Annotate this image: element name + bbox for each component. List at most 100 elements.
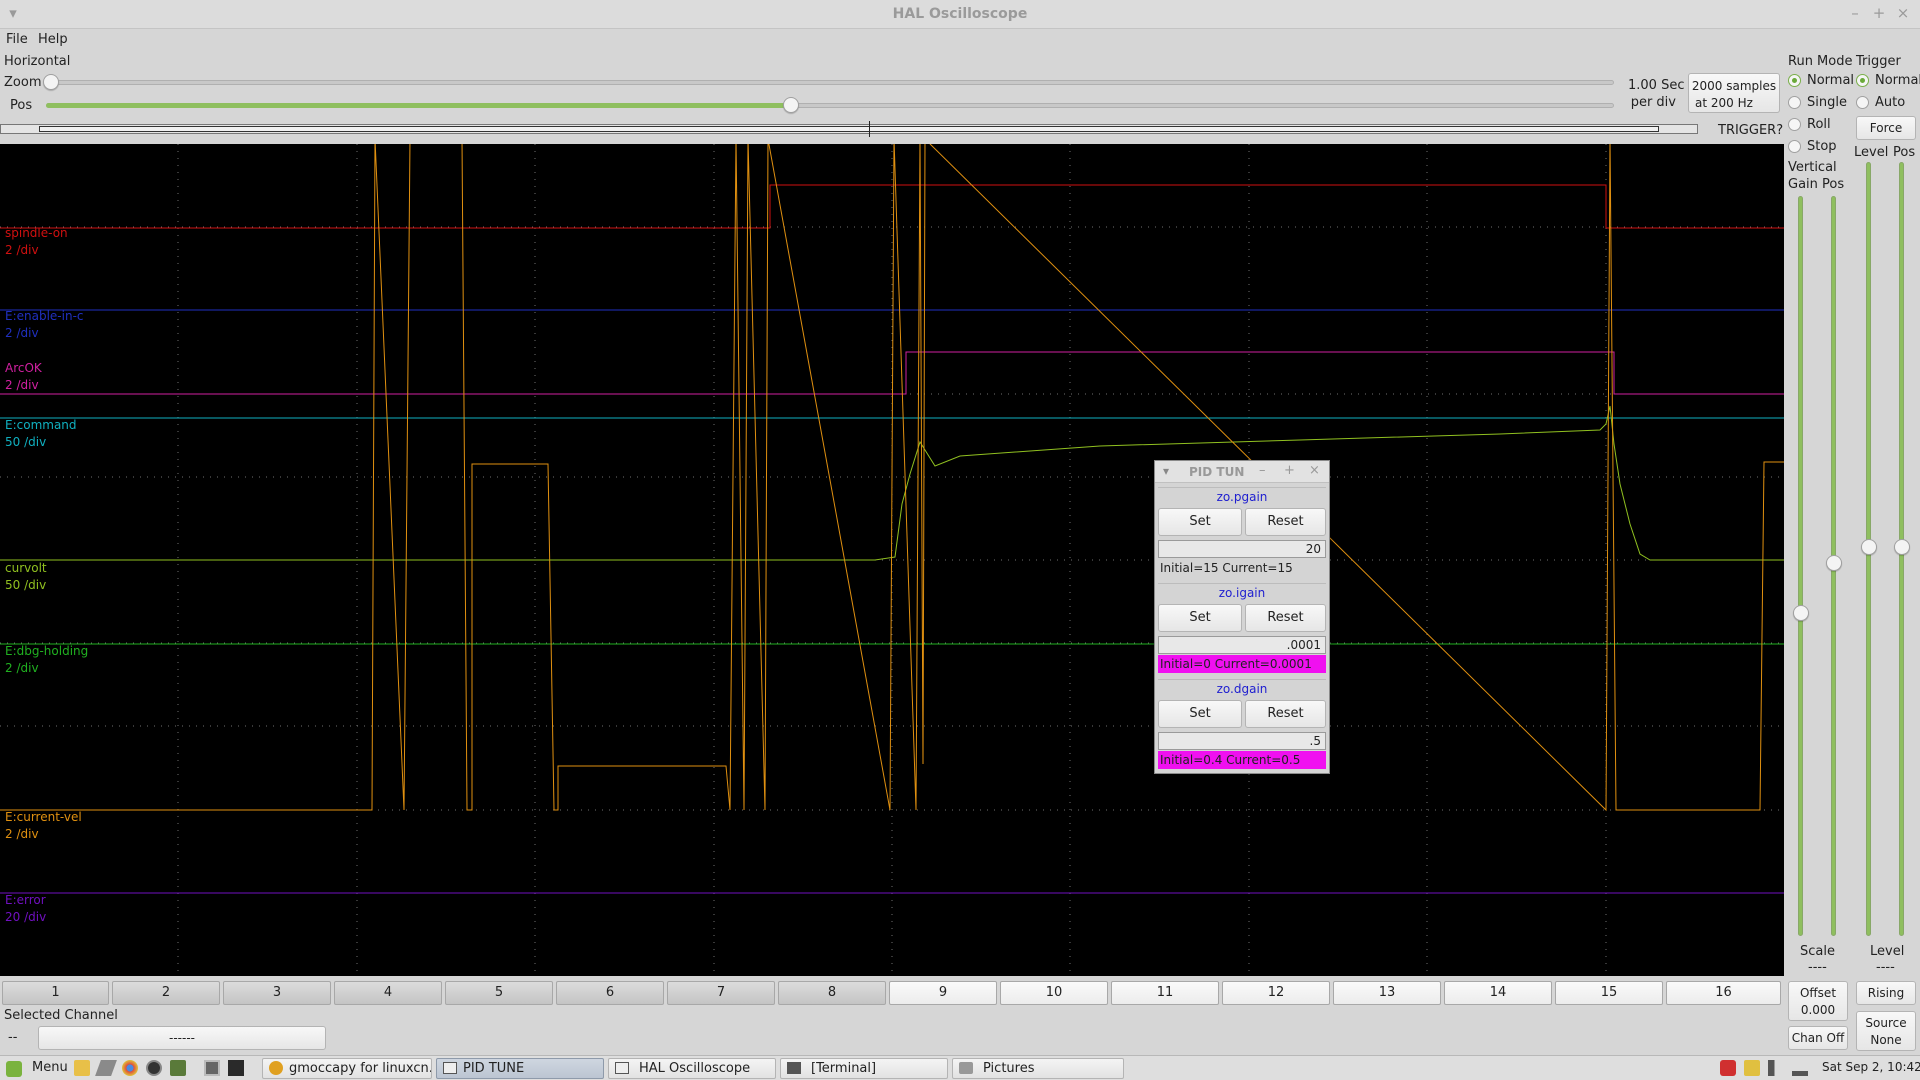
channel-button-2[interactable]: 2 [112,981,220,1005]
dgain-info: Initial=0.4 Current=0.5 [1158,751,1326,769]
pid-window-menu-icon[interactable]: ▾ [1163,464,1169,478]
show-desktop-icon[interactable] [204,1060,220,1076]
taskbar: Menu gmoccapy for linuxcn... PID TUNE HA… [0,1055,1920,1080]
pos-slider-knob[interactable] [783,97,799,113]
igain-set-button[interactable]: Set [1158,604,1242,632]
run-mode-stop-label[interactable]: Stop [1807,139,1837,154]
trigger-normal-label[interactable]: Normal [1875,73,1920,88]
tools-launcher-icon[interactable] [95,1060,117,1076]
task-gmoccapy[interactable]: gmoccapy for linuxcn... [262,1058,432,1079]
pid-tune-title: PID TUN [1189,465,1245,479]
pgain-entry[interactable]: 20 [1158,540,1326,558]
record-overview-bar[interactable] [0,121,1698,137]
pgain-reset-button[interactable]: Reset [1245,508,1326,536]
vertical-scale-label: Scale [1800,944,1835,959]
channel-button-13[interactable]: 13 [1333,981,1441,1005]
update-tray-icon[interactable] [1744,1060,1760,1076]
run-mode-single-label[interactable]: Single [1807,95,1847,110]
trigger-level-knob[interactable] [1861,539,1877,555]
trigger-source-button[interactable]: Source None [1856,1011,1916,1051]
pid-close-icon[interactable]: × [1309,463,1320,478]
gmoccapy-app-icon [269,1061,283,1075]
dgain-reset-button[interactable]: Reset [1245,700,1326,728]
run-mode-single-radio[interactable] [1788,96,1801,109]
run-mode-normal-label[interactable]: Normal [1807,73,1854,88]
trigger-edge-button[interactable]: Rising [1856,981,1916,1005]
vertical-gain-knob[interactable] [1793,605,1809,621]
channel-button-4[interactable]: 4 [334,981,442,1005]
minimize-icon[interactable]: – [1846,4,1864,22]
trigger-auto-radio[interactable] [1856,96,1869,109]
channel-button-16[interactable]: 16 [1666,981,1781,1005]
channel-button-5[interactable]: 5 [445,981,553,1005]
channel-button-11[interactable]: 11 [1111,981,1219,1005]
zoom-slider-track[interactable] [46,80,1614,85]
trigger-auto-label[interactable]: Auto [1875,95,1905,110]
run-mode-normal-radio[interactable] [1788,74,1801,87]
volume-tray-icon[interactable] [1768,1060,1784,1076]
vertical-pos-knob[interactable] [1826,555,1842,571]
security-tray-icon[interactable] [1720,1060,1736,1076]
mint-menu-icon[interactable] [6,1061,22,1077]
menubar: File Help [0,29,1920,51]
pid-param-name-pgain: zo.pgain [1158,487,1326,504]
task-pictures[interactable]: Pictures [952,1058,1124,1079]
pid-tune-titlebar[interactable]: ▾ PID TUN – + × [1155,461,1329,483]
window-title: HAL Oscilloscope [892,6,1028,22]
selected-channel-source-button[interactable]: ------ [38,1026,326,1050]
trace-current-vel [0,144,1784,812]
pid-minimize-icon[interactable]: – [1259,463,1266,478]
menu-help[interactable]: Help [38,32,68,47]
pid-maximize-icon[interactable]: + [1284,463,1295,478]
run-mode-stop-radio[interactable] [1788,140,1801,153]
record-window[interactable] [39,126,1659,132]
trigger-position-marker [869,121,870,137]
channel-button-6[interactable]: 6 [556,981,664,1005]
igain-reset-button[interactable]: Reset [1245,604,1326,632]
files-launcher-icon[interactable] [74,1060,90,1076]
channel-button-10[interactable]: 10 [1000,981,1108,1005]
terminal-icon[interactable] [228,1060,244,1076]
dgain-set-button[interactable]: Set [1158,700,1242,728]
vertical-gain-slider[interactable] [1798,196,1803,936]
igain-entry[interactable]: .0001 [1158,636,1326,654]
channel-button-1[interactable]: 1 [2,981,109,1005]
channel-button-12[interactable]: 12 [1222,981,1330,1005]
zoom-slider-knob[interactable] [43,74,59,90]
pgain-set-button[interactable]: Set [1158,508,1242,536]
chan-off-button[interactable]: Chan Off [1788,1026,1848,1050]
window-titlebar[interactable]: ▾ HAL Oscilloscope – + × [0,0,1920,29]
trigger-normal-radio[interactable] [1856,74,1869,87]
terminal-app-icon [787,1062,801,1074]
dgain-entry[interactable]: .5 [1158,732,1326,750]
maximize-icon[interactable]: + [1870,4,1888,22]
channel-button-7[interactable]: 7 [667,981,775,1005]
samples-button[interactable]: 2000 samples at 200 Hz [1688,73,1780,113]
channel-button-15[interactable]: 15 [1555,981,1663,1005]
network-tray-icon[interactable] [1792,1060,1808,1076]
run-mode-roll-radio[interactable] [1788,118,1801,131]
menu-file[interactable]: File [6,32,28,47]
trigger-pos-knob[interactable] [1894,539,1910,555]
task-hal-oscilloscope[interactable]: HAL Oscilloscope [608,1058,776,1079]
close-icon[interactable]: × [1894,4,1912,22]
channel-8-scale: 20 /div [5,910,47,924]
media-launcher-icon[interactable] [146,1060,162,1076]
channel-button-9[interactable]: 9 [889,981,997,1005]
trace-arcok [0,351,1784,395]
taskbar-menu-label[interactable]: Menu [32,1060,68,1075]
offset-button[interactable]: Offset 0.000 [1788,981,1848,1021]
channel-button-8[interactable]: 8 [778,981,886,1005]
time-per-div-value: 1.00 Sec [1628,78,1685,93]
channel-button-3[interactable]: 3 [223,981,331,1005]
task-terminal-label: [Terminal] [811,1061,877,1076]
channel-button-14[interactable]: 14 [1444,981,1552,1005]
task-pid-tune[interactable]: PID TUNE [436,1058,604,1079]
trigger-source-value: None [1870,1033,1902,1047]
task-terminal[interactable]: [Terminal] [780,1058,948,1079]
chrome-launcher-icon[interactable] [122,1060,138,1076]
terminal-launcher-icon[interactable] [170,1060,186,1076]
force-trigger-button[interactable]: Force [1856,116,1916,140]
run-mode-roll-label[interactable]: Roll [1807,117,1831,132]
oscilloscope-display[interactable] [0,144,1784,976]
